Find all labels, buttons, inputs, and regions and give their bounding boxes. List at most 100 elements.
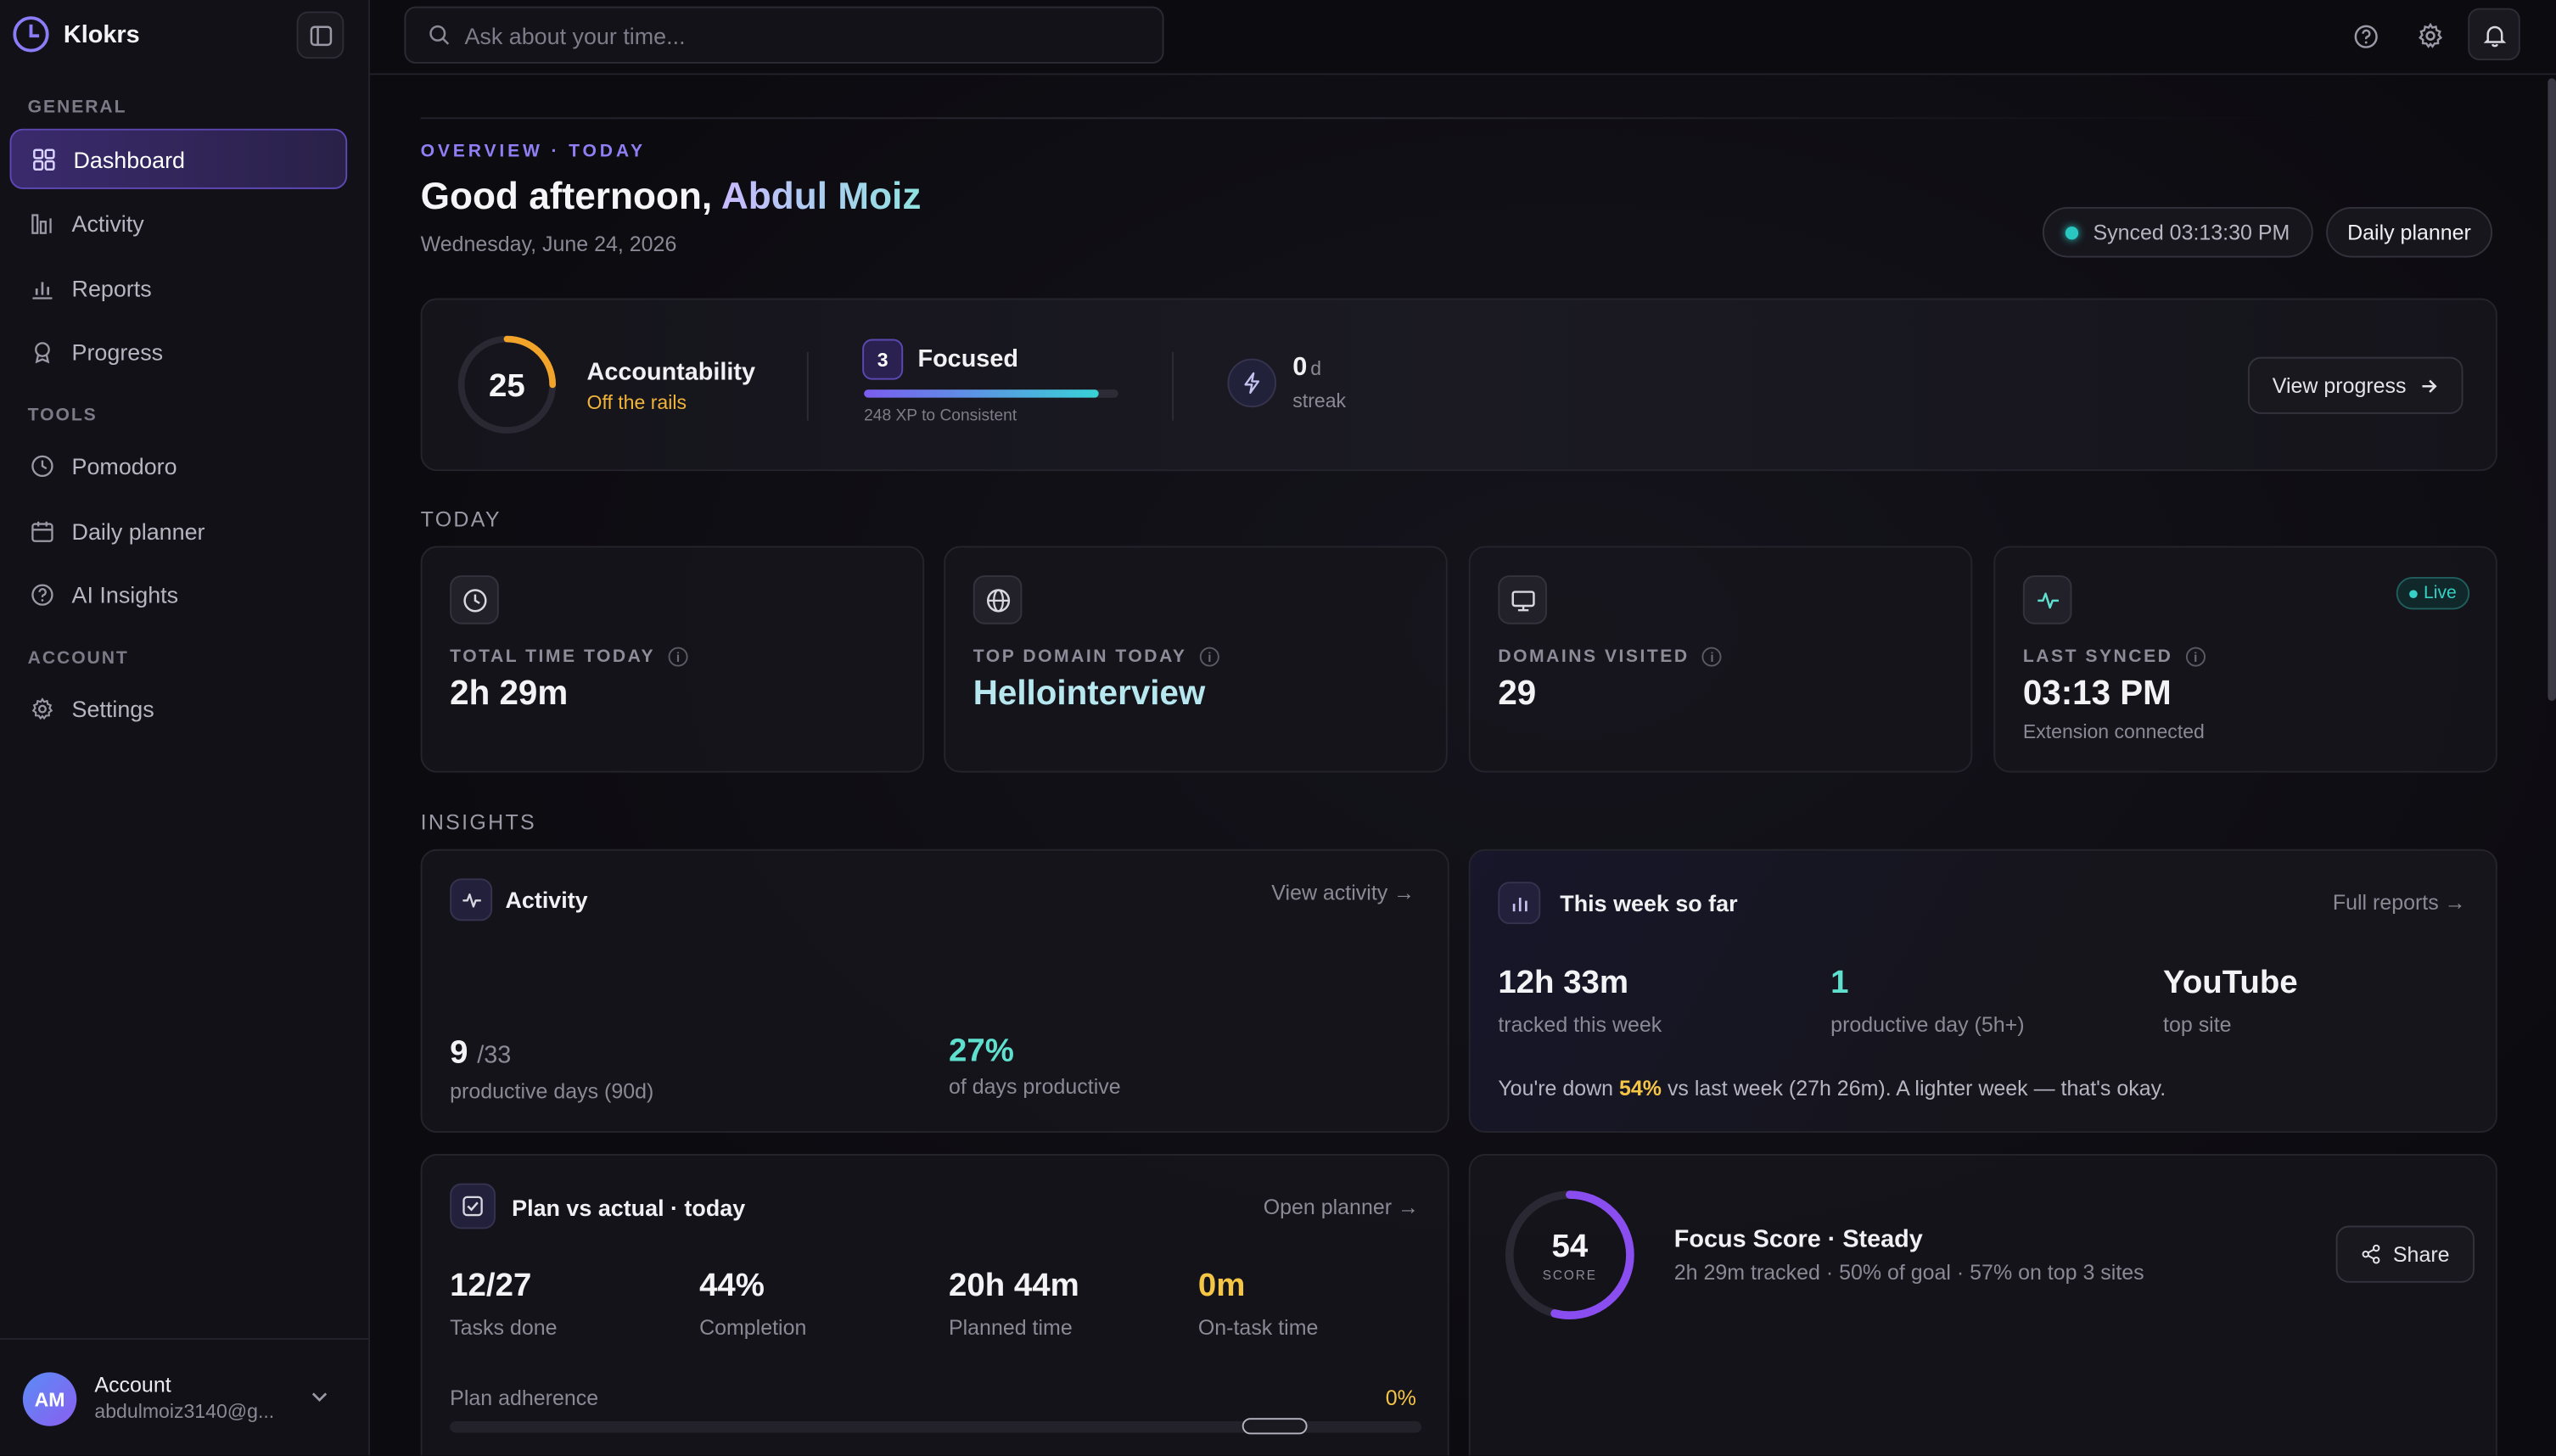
page-title: Good afternoon, Abdul Moiz — [421, 175, 922, 219]
stat-value: 29 — [1498, 675, 1537, 713]
chart-icon — [30, 275, 56, 301]
focus-score-title: Focus Score · Steady — [1673, 1225, 1923, 1254]
sidebar-item-daily-planner[interactable]: Daily planner — [10, 501, 348, 561]
chart-icon — [1498, 882, 1541, 925]
sidebar-item-pomodoro[interactable]: Pomodoro — [10, 435, 348, 496]
info-icon[interactable]: i — [1702, 647, 1723, 667]
completion-value: 44% — [699, 1268, 765, 1304]
section-label-general: GENERAL — [27, 98, 127, 118]
this-week-card: This week so far Full reports → 12h 33m … — [1468, 848, 2497, 1134]
sync-status-badge: Synced 03:13:30 PM — [2042, 206, 2313, 258]
activity-card: Activity View activity → 9 /33 productiv… — [420, 848, 1449, 1134]
sidebar-item-reports[interactable]: Reports — [10, 258, 348, 318]
xp-progress-bar — [864, 389, 1118, 398]
daily-planner-button[interactable]: Daily planner — [2326, 206, 2492, 258]
account-email: abdulmoiz3140@g... — [94, 1400, 275, 1423]
page-eyebrow: OVERVIEW · TODAY — [420, 142, 646, 162]
status-dot-icon — [2408, 589, 2418, 598]
help-circle-icon — [2353, 24, 2377, 48]
full-reports-link[interactable]: Full reports → — [2333, 890, 2466, 915]
planned-time-value: 20h 44m — [948, 1268, 1079, 1304]
sidebar-item-label: Dashboard — [73, 145, 186, 172]
info-icon[interactable]: i — [1199, 647, 1219, 667]
live-badge: Live — [2396, 577, 2470, 610]
scrollbar[interactable] — [2546, 75, 2556, 1455]
info-icon[interactable]: i — [668, 647, 688, 667]
settings-button[interactable] — [2407, 13, 2453, 59]
gear-icon — [2419, 22, 2443, 48]
stat-value: 2h 29m — [450, 675, 569, 713]
productive-percent-value: 27% — [948, 1033, 1014, 1070]
productive-days-week-caption: productive day (5h+) — [1830, 1011, 2025, 1037]
search-input[interactable] — [464, 21, 1117, 48]
plan-vs-actual-card: Plan vs actual · today Open planner → 12… — [420, 1154, 1449, 1456]
plan-adherence-handle[interactable] — [1242, 1418, 1308, 1435]
gear-icon — [30, 695, 56, 721]
productive-days-week-value: 1 — [1830, 965, 1849, 1001]
focus-score-subtitle: 2h 29m tracked · 50% of goal · 57% on to… — [1673, 1259, 2144, 1285]
checkbox-icon — [450, 1183, 496, 1229]
share-icon — [2362, 1244, 2380, 1264]
plan-adherence-value: 0% — [1385, 1385, 1416, 1410]
accountability-status: Off the rails — [586, 391, 687, 414]
stat-card-domains-visited: DOMAINS VISITED i 29 — [1468, 546, 1973, 773]
streak-label: streak — [1292, 389, 1347, 412]
grid-icon — [31, 146, 57, 172]
open-planner-link[interactable]: Open planner → — [1264, 1195, 1419, 1219]
productive-days-value: 9 /33 — [450, 1034, 512, 1072]
sidebar-item-activity[interactable]: Activity — [10, 193, 348, 253]
sidebar-item-label: Activity — [71, 209, 144, 236]
stat-card-last-synced: Live LAST SYNCED i 03:13 PM Extension con… — [1993, 546, 2497, 773]
sidebar-item-label: Reports — [71, 274, 152, 301]
brand[interactable]: Klokrs — [13, 14, 140, 53]
on-task-time-value: 0m — [1197, 1268, 1246, 1304]
divider — [806, 351, 809, 421]
view-progress-button[interactable]: View progress — [2247, 356, 2464, 414]
info-icon[interactable]: i — [2185, 647, 2206, 667]
streak-value: 0d — [1292, 353, 1322, 382]
notifications-button[interactable] — [2468, 8, 2520, 61]
plan-vs-actual-title: Plan vs actual · today — [512, 1195, 746, 1221]
accountability-score: 25 — [489, 367, 525, 404]
status-dot-icon — [2065, 226, 2079, 239]
top-site-value: YouTube — [2163, 965, 2298, 1001]
top-site-caption: top site — [2163, 1011, 2232, 1037]
stat-label: TOP DOMAIN TODAY i — [973, 647, 1219, 667]
search-box[interactable] — [404, 6, 1164, 64]
collapse-sidebar-button[interactable] — [296, 11, 345, 59]
bell-icon — [2482, 25, 2506, 47]
focus-score-ring: 54 SCORE — [1505, 1190, 1634, 1319]
focus-score-card: 54 SCORE Focus Score · Steady 2h 29m tra… — [1468, 1154, 2497, 1456]
account-name: Account — [94, 1372, 171, 1397]
sidebar-item-dashboard[interactable]: Dashboard — [9, 128, 348, 189]
scrollbar-thumb[interactable] — [2548, 78, 2556, 701]
this-week-title: This week so far — [1560, 889, 1738, 916]
section-title-insights: INSIGHTS — [420, 809, 536, 835]
week-comparison-note: You're down 54% vs last week (27h 26m). … — [1498, 1075, 2166, 1100]
lightning-icon — [1227, 358, 1277, 408]
share-button[interactable]: Share — [2335, 1225, 2475, 1283]
help-button[interactable] — [2342, 13, 2388, 59]
stat-value: Hellointerview — [973, 675, 1206, 713]
stat-card-top-domain: TOP DOMAIN TODAY i Hellointerview — [944, 546, 1448, 773]
productive-percent-caption: of days productive — [948, 1073, 1121, 1099]
tasks-done-caption: Tasks done — [450, 1315, 558, 1340]
plan-adherence-label: Plan adherence — [450, 1385, 599, 1410]
level-name: Focused — [917, 345, 1018, 373]
chevron-down-icon[interactable] — [308, 1386, 331, 1408]
view-activity-link[interactable]: View activity → — [1271, 880, 1415, 904]
sidebar-item-ai-insights[interactable]: AI Insights — [10, 564, 348, 624]
account-menu[interactable]: AM Account abdulmoiz3140@g... — [0, 1338, 371, 1455]
greeting-text: Good afternoon, — [420, 174, 713, 217]
sidebar-item-settings[interactable]: Settings — [10, 678, 348, 738]
stat-label: TOTAL TIME TODAY i — [450, 647, 688, 667]
avatar: AM — [22, 1372, 77, 1426]
tracked-caption: tracked this week — [1498, 1011, 1662, 1037]
sidebar-item-progress[interactable]: Progress — [10, 321, 348, 381]
bars-icon — [30, 210, 56, 236]
stat-label: DOMAINS VISITED i — [1498, 647, 1723, 667]
completion-caption: Completion — [699, 1315, 807, 1340]
sidebar-item-label: Daily planner — [71, 517, 205, 544]
klokrs-logo-icon — [13, 16, 49, 53]
focus-score-value: 54 — [1551, 1228, 1588, 1264]
